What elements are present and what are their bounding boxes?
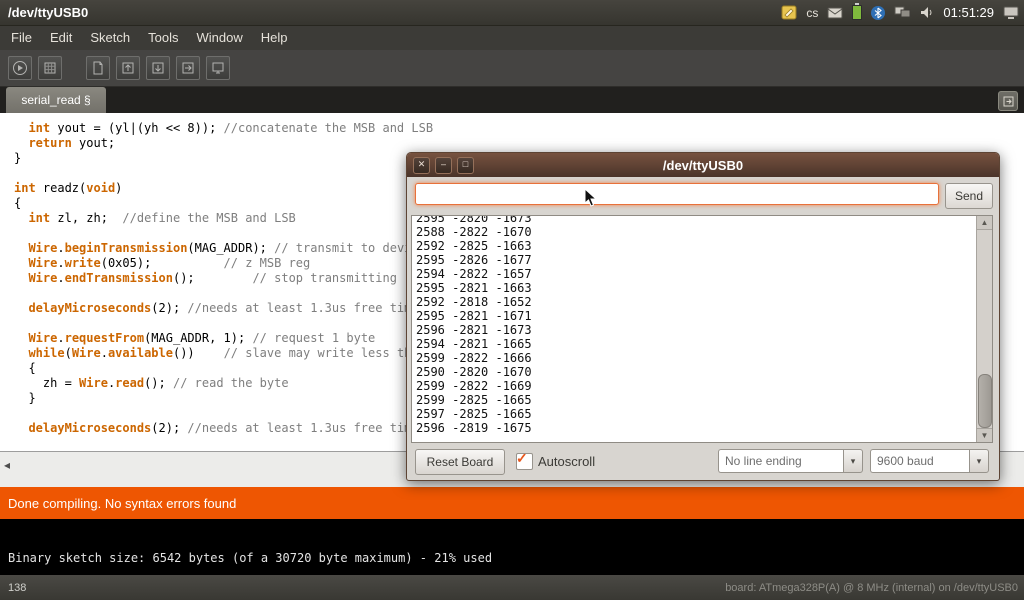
notes-icon[interactable] xyxy=(781,5,797,21)
tab-menu-button[interactable] xyxy=(998,91,1018,111)
autoscroll-checkbox[interactable]: ✓ xyxy=(516,453,533,470)
reset-board-button[interactable]: Reset Board xyxy=(415,449,505,475)
line-ending-value: No line ending xyxy=(718,449,843,473)
scroll-up-arrow-icon[interactable]: ▲ xyxy=(977,216,992,230)
line-number-indicator: 138 xyxy=(8,582,26,594)
scroll-down-arrow-icon[interactable]: ▼ xyxy=(977,428,992,442)
scroll-left-arrow-icon[interactable]: ◂ xyxy=(4,458,10,472)
chevron-down-icon[interactable]: ▾ xyxy=(843,449,863,473)
console-text: Binary sketch size: 6542 bytes (of a 307… xyxy=(0,519,1024,565)
tab-label: serial_read § xyxy=(21,93,90,107)
minimize-icon[interactable]: ‒ xyxy=(435,157,452,174)
serial-window-title: /dev/ttyUSB0 xyxy=(663,158,743,173)
new-sketch-button[interactable] xyxy=(86,56,110,80)
maximize-icon[interactable]: □ xyxy=(457,157,474,174)
code-line: return yout; xyxy=(14,136,1024,151)
chevron-down-icon[interactable]: ▾ xyxy=(969,449,989,473)
autoscroll-label: Autoscroll xyxy=(538,454,595,469)
menu-bar: FileEditSketchToolsWindowHelp xyxy=(0,26,1024,50)
menu-item-sketch[interactable]: Sketch xyxy=(81,26,139,50)
compile-status-message: Done compiling. No syntax errors found xyxy=(8,496,236,511)
serial-window-titlebar[interactable]: ✕ ‒ □ /dev/ttyUSB0 xyxy=(407,153,999,177)
open-sketch-button[interactable] xyxy=(116,56,140,80)
upload-button[interactable] xyxy=(176,56,200,80)
serial-send-input[interactable] xyxy=(415,183,939,205)
menu-item-edit[interactable]: Edit xyxy=(41,26,81,50)
line-ending-dropdown[interactable]: No line ending ▾ xyxy=(718,449,863,473)
serial-output-area[interactable]: 2595 -2820 -1673 2588 -2822 -1670 2592 -… xyxy=(411,215,993,443)
serial-output-scrollbar[interactable]: ▲ ▼ xyxy=(976,216,992,442)
verify-button[interactable] xyxy=(8,56,32,80)
baud-rate-dropdown[interactable]: 9600 baud ▾ xyxy=(870,449,989,473)
bluetooth-icon[interactable] xyxy=(871,6,885,20)
send-button[interactable]: Send xyxy=(945,183,993,209)
save-sketch-button[interactable] xyxy=(146,56,170,80)
serial-monitor-button[interactable] xyxy=(206,56,230,80)
screen: /dev/ttyUSB0 cs 01:51:29 xyxy=(0,0,1024,600)
clock[interactable]: 01:51:29 xyxy=(943,5,994,21)
code-line: int yout = (yl|(yh << 8)); //concatenate… xyxy=(14,121,1024,136)
footer-status-bar: 138 board: ATmega328P(A) @ 8 MHz (intern… xyxy=(0,575,1024,600)
stop-button[interactable] xyxy=(38,56,62,80)
console-output: Binary sketch size: 6542 bytes (of a 307… xyxy=(0,519,1024,575)
mouse-cursor xyxy=(584,188,598,213)
top-panel: /dev/ttyUSB0 cs 01:51:29 xyxy=(0,0,1024,26)
serial-monitor-window: ✕ ‒ □ /dev/ttyUSB0 Send 2595 -2820 -1673… xyxy=(406,152,1000,481)
mail-icon[interactable] xyxy=(827,5,843,21)
tab-serial-read[interactable]: serial_read § xyxy=(6,87,106,113)
toolbar xyxy=(0,50,1024,87)
battery-icon[interactable] xyxy=(852,5,862,21)
checkmark-icon: ✓ xyxy=(516,450,528,467)
menu-item-window[interactable]: Window xyxy=(187,26,251,50)
compile-status-bar: Done compiling. No syntax errors found xyxy=(0,487,1024,519)
tab-bar: serial_read § xyxy=(0,87,1024,113)
serial-output-text: 2595 -2820 -1673 2588 -2822 -1670 2592 -… xyxy=(412,215,992,435)
serial-window-body: Send 2595 -2820 -1673 2588 -2822 -1670 2… xyxy=(407,177,999,479)
menu-item-file[interactable]: File xyxy=(2,26,41,50)
network-icon[interactable] xyxy=(894,5,911,21)
baud-rate-value: 9600 baud xyxy=(870,449,969,473)
menu-item-help[interactable]: Help xyxy=(252,26,297,50)
close-icon[interactable]: ✕ xyxy=(413,157,430,174)
system-tray: cs 01:51:29 xyxy=(781,5,1019,21)
board-info: board: ATmega328P(A) @ 8 MHz (internal) … xyxy=(725,582,1018,594)
serial-monitor-controls: Reset Board ✓ Autoscroll No line ending … xyxy=(407,449,999,475)
session-icon[interactable] xyxy=(1003,5,1019,21)
keyboard-layout-indicator[interactable]: cs xyxy=(806,5,818,21)
menu-item-tools[interactable]: Tools xyxy=(139,26,187,50)
volume-icon[interactable] xyxy=(920,5,934,21)
panel-window-title: /dev/ttyUSB0 xyxy=(8,5,88,20)
scrollbar-thumb[interactable] xyxy=(978,374,992,428)
